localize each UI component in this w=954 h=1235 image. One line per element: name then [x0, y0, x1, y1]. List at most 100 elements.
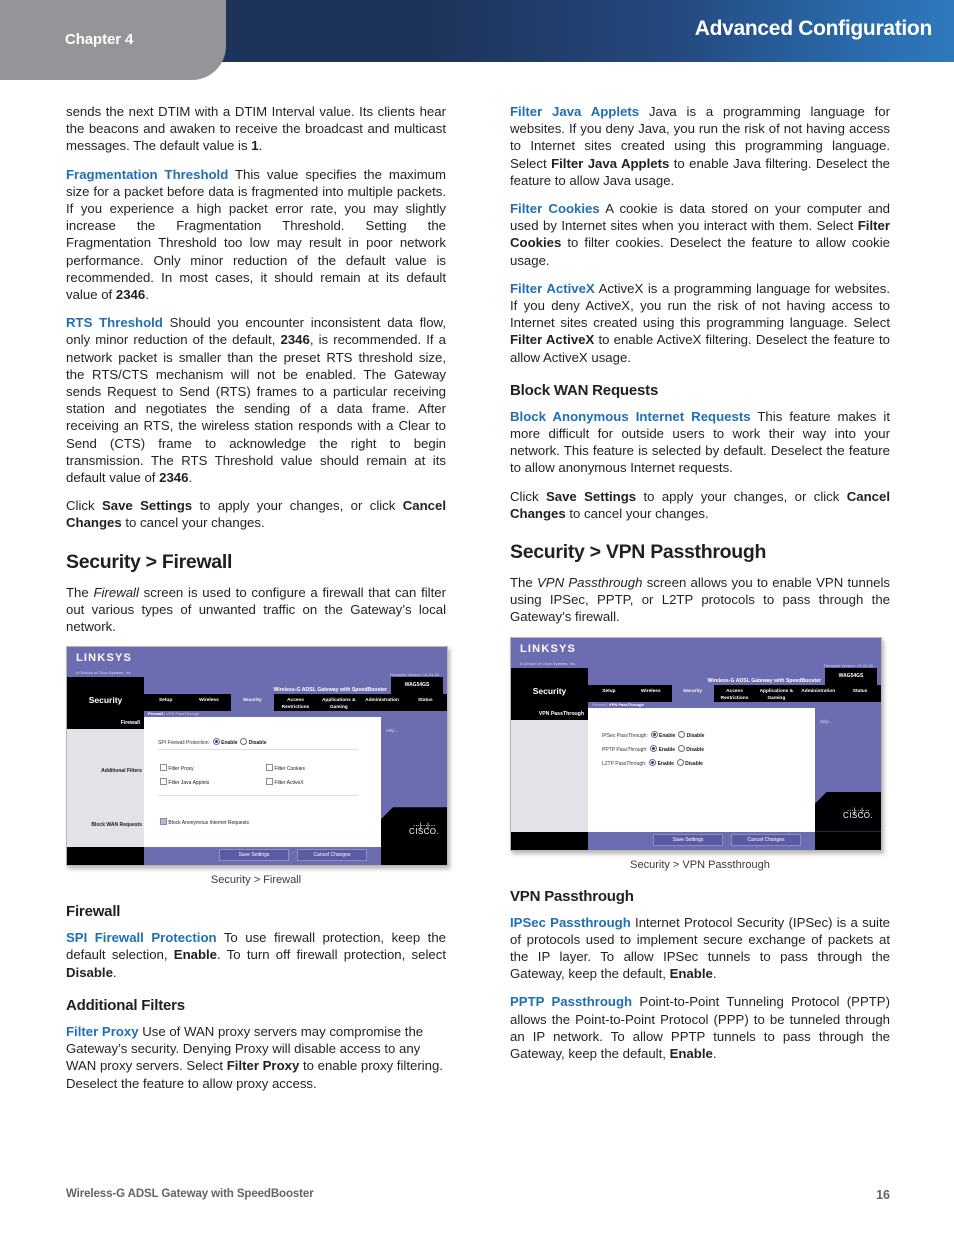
paragraph-ipsec-passthrough: IPSec Passthrough Internet Protocol Secu… — [510, 914, 890, 983]
spi-disable-radio[interactable] — [240, 738, 248, 746]
spi-firewall-protection-label: SPI Firewall Protection: — [158, 740, 210, 747]
paragraph-vpn-intro: The VPN Passthrough screen allows you to… — [510, 574, 890, 626]
firewall-shot-footer-bar: Save Settings Cancel Changes — [144, 847, 381, 866]
filter-proxy-checkbox[interactable] — [160, 764, 167, 772]
pptp-enable-radio[interactable] — [650, 744, 658, 752]
tab-status[interactable]: Status — [404, 694, 447, 711]
term-fragmentation-threshold: Fragmentation Threshold — [66, 166, 229, 182]
tab-security[interactable]: Security — [230, 694, 274, 712]
left-text-column: sends the next DTIM with a DTIM Interval… — [66, 103, 448, 1103]
term-rts-threshold: RTS Threshold — [66, 315, 163, 331]
subheading-block-wan-requests: Block WAN Requests — [510, 381, 659, 399]
l2tp-enable-label: Enable — [657, 760, 674, 767]
vpn-subtab-firewall[interactable]: Firewall — [592, 702, 606, 707]
ipsec-enable-radio[interactable] — [650, 730, 658, 738]
vpn-tab-setup[interactable]: Setup — [588, 685, 630, 702]
firewall-shot-divider-1 — [158, 749, 358, 751]
vpn-shot-tabbar[interactable]: Setup Wireless Security Access Restricti… — [588, 684, 881, 702]
vpn-screen-name: VPN Passthrough — [537, 575, 643, 591]
l2tp-disable-radio[interactable] — [676, 758, 684, 766]
tab-wireless[interactable]: Wireless — [187, 694, 230, 711]
firewall-shot-model-number: WAG54GS — [391, 677, 443, 695]
paragraph-filter-java-applets: Filter Java Applets Java is a programmin… — [510, 103, 890, 189]
block-anonymous-requests-label: Block Anonymous Internet Requests — [168, 820, 249, 827]
rts-period: . — [188, 470, 193, 486]
subtab-vpn-passthrough[interactable]: VPN PassThrough — [166, 711, 199, 716]
vpn-shot-brandbar: LINKSYS A Division of Cisco Systems, Inc… — [511, 637, 881, 668]
filter-proxy-bold: Filter Proxy — [226, 1058, 300, 1074]
vpn-tab-access-restrictions[interactable]: Access Restrictions — [714, 685, 756, 702]
save-settings-ref-left: Save Settings — [101, 498, 193, 514]
firewall-figure-caption: Security > Firewall — [210, 874, 302, 887]
linksys-wordmark: LINKSYS — [76, 652, 133, 665]
chapter-tab: Chapter 4 — [0, 0, 226, 80]
vpn-shot-label-column — [511, 707, 588, 832]
cookies-body-2: to filter cookies. Deselect the feature … — [510, 235, 890, 268]
vpn-shot-footer-bar: Save Settings Cancel Changes — [588, 831, 815, 850]
filter-cookies-checkbox[interactable] — [266, 764, 273, 772]
vpn-shot-navrow: Security Wireless-G ADSL Gateway with Sp… — [511, 667, 881, 708]
paragraph-filter-proxy: Filter Proxy Use of WAN proxy servers ma… — [66, 1023, 446, 1092]
ipsec-enable-label: Enable — [659, 732, 676, 739]
tab-administration[interactable]: Administration — [360, 694, 403, 711]
block-anonymous-requests-row[interactable]: Block Anonymous Internet Requests — [160, 815, 249, 832]
vpn-tab-wireless[interactable]: Wireless — [630, 685, 672, 702]
vpn-tab-administration[interactable]: Administration — [797, 685, 839, 702]
paragraph-pptp-passthrough: PPTP Passthrough Point-to-Point Tunnelin… — [510, 993, 890, 1062]
page-header: Advanced Configuration Chapter 4 — [0, 0, 954, 80]
term-filter-cookies: Filter Cookies — [510, 201, 600, 217]
click-end-right: to cancel your changes. — [565, 505, 709, 521]
tab-applications-gaming[interactable]: Applications & Gaming — [317, 694, 360, 711]
vpn-shot-body: VPN PassThrough IPSec PassThrough: Enabl… — [511, 707, 881, 832]
firewall-shot-label-additional-filters: Additional Filters — [101, 768, 142, 775]
vpn-tab-status[interactable]: Status — [839, 685, 881, 702]
filter-activex-row[interactable]: Filter ActiveX — [266, 775, 304, 792]
firewall-shot-cancel-changes-button[interactable]: Cancel Changes — [297, 849, 367, 862]
spi-enable-word: Enable — [173, 947, 218, 963]
vpn-tab-applications-gaming[interactable]: Applications & Gaming — [755, 685, 797, 702]
page-footer: Wireless-G ADSL Gateway with SpeedBooste… — [66, 1188, 890, 1206]
paragraph-firewall-intro: The Firewall screen is used to configure… — [66, 584, 446, 636]
ipsec-disable-label: Disable — [686, 732, 705, 739]
spi-enable-radio[interactable] — [212, 738, 220, 746]
click-pre-right: Click — [510, 488, 546, 504]
filter-proxy-label: Filter Proxy — [168, 766, 194, 773]
save-settings-ref-right: Save Settings — [545, 488, 637, 504]
frag-period: . — [145, 287, 149, 303]
subtab-firewall[interactable]: Firewall — [148, 711, 163, 716]
l2tp-enable-radio[interactable] — [649, 758, 657, 766]
vpn-shot-cancel-changes-button[interactable]: Cancel Changes — [731, 833, 801, 846]
activex-bold: Filter ActiveX — [510, 332, 595, 348]
block-anonymous-requests-checkbox[interactable] — [160, 818, 167, 826]
ipsec-period: . — [712, 966, 717, 982]
firewall-screen-figure: LINKSYS A Division of Cisco Systems, Inc… — [66, 646, 448, 867]
paragraph-filter-cookies: Filter Cookies A cookie is data stored o… — [510, 200, 890, 269]
pptp-disable-radio[interactable] — [677, 744, 685, 752]
filter-java-applets-row[interactable]: Filter Java Applets — [160, 775, 209, 792]
tab-access-restrictions[interactable]: Access Restrictions — [274, 694, 317, 711]
vpn-shot-model-number: WAG54GS — [825, 667, 877, 685]
spi-period: . — [112, 964, 117, 980]
firewall-shot-help-label[interactable]: Help... — [386, 722, 398, 739]
firewall-shot-save-settings-button[interactable]: Save Settings — [219, 849, 289, 862]
firewall-shot-panel-header: Firewall — [67, 717, 144, 730]
tab-setup[interactable]: Setup — [144, 694, 187, 711]
filter-java-applets-checkbox[interactable] — [160, 778, 167, 786]
vpn-shot-help-label[interactable]: Help... — [820, 713, 832, 730]
linksys-wordmark-vpn: LINKSYS — [520, 642, 577, 655]
vpn-tab-security[interactable]: Security — [671, 684, 714, 702]
filter-activex-checkbox[interactable] — [266, 778, 273, 786]
vpn-subtab-vpn-passthrough[interactable]: VPN PassThrough — [609, 702, 644, 707]
paragraph-block-anonymous-internet-requests: Block Anonymous Internet Requests This f… — [510, 408, 890, 477]
vpn-shot-titlebar: Wireless-G ADSL Gateway with SpeedBooste… — [588, 667, 881, 685]
vpn-shot-panel-header: VPN PassThrough — [511, 707, 588, 720]
spi-enable-label: Enable — [221, 740, 238, 747]
vpn-shot-main-panel: IPSec PassThrough: Enable Disable PPTP P… — [588, 707, 815, 832]
vpn-passthrough-screen-figure: LINKSYS A Division of Cisco Systems, Inc… — [510, 636, 882, 851]
l2tp-passthrough-row[interactable]: L2TP PassThrough: Enable Disable — [602, 756, 703, 773]
ipsec-disable-radio[interactable] — [678, 730, 686, 738]
vpn-shot-save-settings-button[interactable]: Save Settings — [653, 833, 723, 846]
subheading-additional-filters: Additional Filters — [66, 996, 185, 1014]
firewall-shot-section-name: Security — [88, 695, 123, 706]
firewall-shot-tabbar[interactable]: Setup Wireless Security Access Restricti… — [144, 694, 447, 712]
